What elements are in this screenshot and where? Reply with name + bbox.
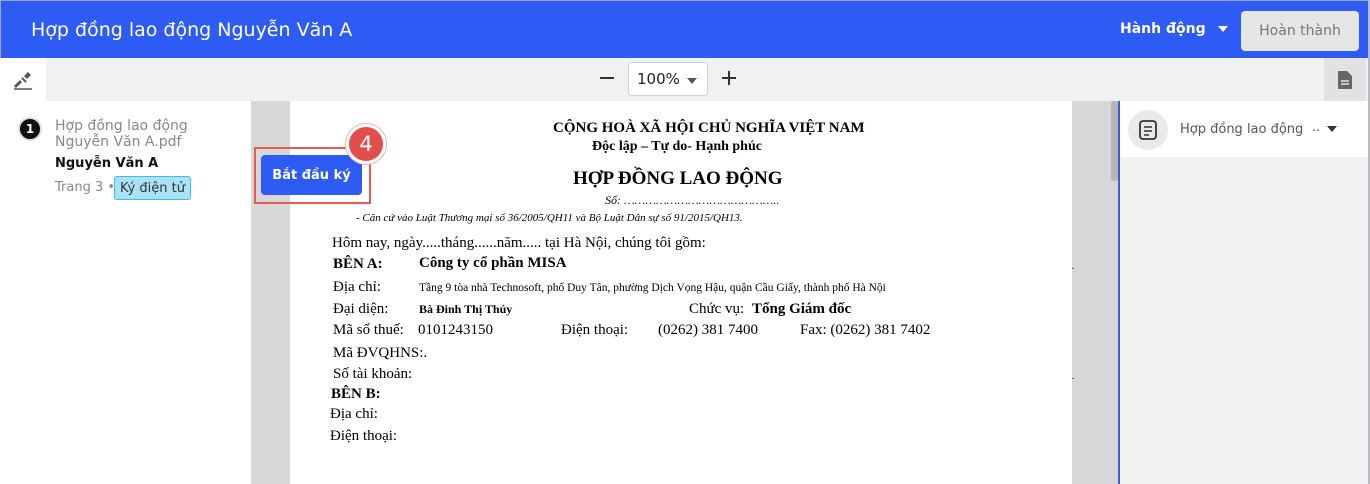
address-value: Tầng 9 tòa nhà Technosoft, phố Duy Tân, …: [419, 282, 886, 294]
start-sign-button[interactable]: Bắt đầu ký: [261, 155, 362, 195]
finish-button[interactable]: Hoàn thành: [1241, 11, 1359, 51]
phone-label: Điện thoại:: [561, 322, 629, 338]
contract-number-line: Số: ……………………………………..: [605, 193, 780, 207]
party-b-phone: Điện thoại:: [330, 428, 398, 444]
bank-account: Số tài khoản:: [333, 366, 413, 382]
budget-code: Mã ĐVQHNS:.: [333, 345, 428, 361]
step-number-badge: 4: [346, 124, 386, 164]
document-outline-icon: [1139, 120, 1157, 140]
tax-code-label: Mã số thuế:: [333, 322, 404, 338]
page-mark: [1072, 378, 1074, 379]
zoom-in-button[interactable]: [719, 68, 739, 88]
document-file-name[interactable]: Hợp đồng lao động Nguyễn Văn A.pdf: [55, 118, 240, 150]
document-info-toggle[interactable]: [1324, 58, 1366, 101]
sign-type-badge: Ký điện tử: [114, 176, 191, 200]
party-b-label: BÊN B:: [331, 386, 381, 402]
zoom-select[interactable]: 100%: [628, 62, 708, 96]
representative-value: Bà Đinh Thị Thúy: [419, 302, 513, 316]
minus-icon: [600, 77, 614, 79]
document-icon: [1338, 70, 1352, 89]
intro-line: Hôm nay, ngày.....tháng......năm..... tạ…: [332, 235, 706, 251]
nation-header: CỘNG HOÀ XÃ HỘI CHỦ NGHĨA VIỆT NAM: [553, 120, 865, 136]
chevron-down-icon: [1217, 26, 1228, 32]
viewer-toolbar: 100%: [0, 58, 1370, 101]
zoom-value: 100%: [637, 70, 680, 88]
phone-value: (0262) 381 7400: [658, 322, 758, 338]
address-label: Địa chỉ:: [333, 279, 381, 295]
representative-label: Đại diện:: [333, 301, 389, 317]
zoom-out-button[interactable]: [597, 68, 617, 88]
sign-panel-toggle[interactable]: [0, 58, 46, 101]
chevron-down-icon: [687, 78, 697, 84]
document-number-badge: 1: [18, 117, 42, 141]
position-label: Chức vụ:: [689, 301, 745, 317]
signer-name: Nguyễn Văn A: [55, 156, 159, 171]
action-menu-label: Hành động: [1120, 21, 1206, 37]
document-info-panel: [1118, 101, 1370, 484]
position-value: Tổng Giám đốc: [752, 301, 852, 317]
document-title: Hợp đồng lao động Nguyễn Văn A: [31, 19, 353, 41]
party-a-name: Công ty cổ phần MISA: [419, 255, 567, 271]
fax: Fax: (0262) 381 7402: [800, 322, 931, 338]
app-header: Hợp đồng lao động Nguyễn Văn A Hành động…: [0, 0, 1370, 58]
chevron-down-icon[interactable]: [1327, 126, 1337, 132]
action-menu-button[interactable]: Hành động: [1120, 21, 1228, 37]
legal-basis: - Căn cứ vào Luật Thương mại số 36/2005/…: [356, 212, 743, 224]
title-ellipsis: ..: [1312, 120, 1321, 135]
party-a-label: BÊN A:: [333, 256, 383, 272]
party-b-address: Địa chỉ:: [330, 406, 378, 422]
contract-title: HỢP ĐỒNG LAO ĐỘNG: [573, 168, 783, 189]
page-mark: [1072, 268, 1074, 269]
viewer-scrollbar[interactable]: [1111, 101, 1118, 181]
tax-code-value: 0101243150: [418, 322, 493, 338]
signature-edit-icon: [14, 71, 32, 90]
document-list-icon: [1128, 110, 1168, 150]
motto: Độc lập – Tự do- Hạnh phúc: [592, 139, 762, 154]
page-info: Trang 3 •: [55, 180, 116, 195]
selected-document-title: Hợp đồng lao động: [1180, 122, 1304, 137]
